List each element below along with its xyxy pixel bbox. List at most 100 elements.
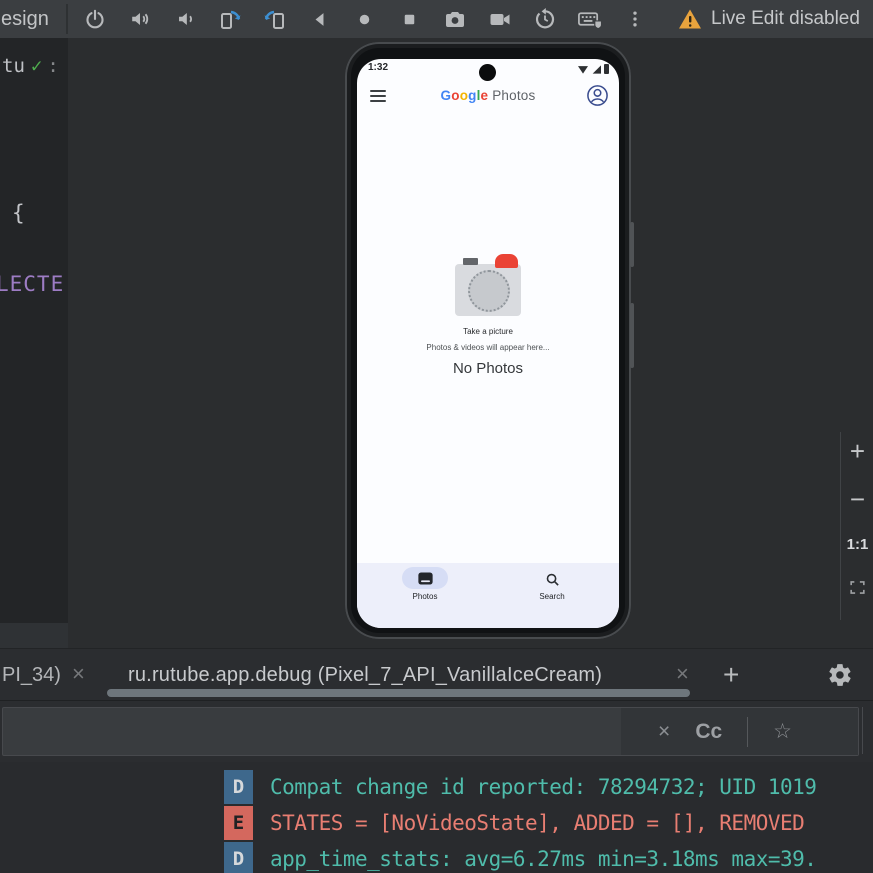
code-fragment-run-line: tu ✓: bbox=[2, 55, 59, 77]
photos-tab-icon bbox=[417, 572, 433, 584]
rotate-left-button[interactable] bbox=[217, 5, 242, 33]
back-button[interactable] bbox=[307, 5, 332, 33]
star-filter-icon[interactable]: ☆ bbox=[773, 721, 792, 742]
account-avatar[interactable] bbox=[586, 84, 609, 107]
camera-icon bbox=[445, 12, 464, 27]
warning-icon bbox=[679, 9, 701, 29]
nav-photos-pill bbox=[402, 567, 448, 589]
match-case-toggle[interactable]: Cc bbox=[695, 721, 722, 742]
emulator-device-frame: 1:32 Google Photos Take a picture Photos… bbox=[345, 42, 634, 639]
search-input[interactable] bbox=[11, 708, 595, 757]
code-editor-strip[interactable]: tu ✓: { LECTE bbox=[0, 38, 68, 648]
device-volume-button bbox=[630, 222, 634, 267]
toolbar-divider bbox=[66, 4, 68, 34]
rotate-right-button[interactable] bbox=[262, 5, 287, 33]
volume-up-button[interactable] bbox=[127, 5, 152, 33]
nav-tab-photos[interactable]: Photos bbox=[385, 563, 465, 601]
video-camera-icon bbox=[490, 14, 509, 25]
account-circle-icon bbox=[587, 85, 608, 106]
settings-gear-button[interactable] bbox=[827, 662, 853, 693]
zoom-out-button[interactable]: − bbox=[841, 484, 873, 515]
volume-up-icon bbox=[131, 13, 148, 25]
add-device-button[interactable]: + bbox=[719, 649, 743, 701]
empty-state-line2: Photos & videos will appear here... bbox=[426, 343, 550, 352]
log-message: STATES = [NoVideoState], ADDED = [], REM… bbox=[270, 811, 805, 835]
rotate-right-icon bbox=[264, 10, 284, 29]
design-tab-label[interactable]: esign bbox=[1, 0, 49, 38]
overview-icon bbox=[404, 14, 415, 24]
nav-tab-search[interactable]: Search bbox=[512, 563, 592, 601]
search-action-icons: × Cc ☆ bbox=[658, 708, 792, 755]
active-tab-underline bbox=[107, 689, 690, 697]
more-options-button[interactable] bbox=[622, 5, 647, 33]
snapshot-button[interactable] bbox=[532, 5, 557, 33]
emulator-zoom-panel: + − 1:1 bbox=[840, 432, 873, 620]
camera-flash-detail bbox=[495, 254, 518, 268]
android-studio-emulator-window: esign Live Edit disabled tu ✓: {LECTE … bbox=[0, 0, 873, 873]
empty-state-title: No Photos bbox=[452, 360, 524, 377]
logcat-row: E STATES = [NoVideoState], ADDED = [], R… bbox=[224, 806, 805, 840]
google-photos-logo: Google Photos bbox=[440, 88, 536, 103]
home-button[interactable] bbox=[352, 5, 377, 33]
tab-partial-device[interactable]: PI_34) bbox=[2, 649, 61, 701]
search-icons-divider bbox=[747, 716, 749, 747]
fit-screen-icon bbox=[850, 581, 865, 594]
log-level-badge: D bbox=[224, 770, 253, 804]
power-button[interactable] bbox=[82, 5, 107, 33]
logcat-search-field[interactable]: × Cc ☆ bbox=[2, 707, 859, 757]
volume-down-button[interactable] bbox=[172, 5, 197, 33]
logcat-search-row: × Cc ☆ bbox=[0, 700, 873, 763]
power-icon bbox=[85, 9, 104, 29]
camera-punch-hole bbox=[479, 64, 496, 81]
code-fragment-selected: LECTE bbox=[0, 272, 65, 296]
gutter-check-icon: ✓ bbox=[30, 55, 43, 77]
log-message: app_time_stats: avg=6.27ms min=3.18ms ma… bbox=[270, 847, 817, 871]
device-power-button bbox=[630, 303, 634, 368]
search-row-edge-control bbox=[862, 707, 873, 754]
status-bar-icons bbox=[578, 64, 609, 74]
device-screen[interactable]: 1:32 Google Photos Take a picture Photos… bbox=[357, 59, 619, 628]
log-level-badge: D bbox=[224, 842, 253, 873]
nav-search-label: Search bbox=[539, 592, 565, 601]
rotate-left-icon bbox=[220, 10, 240, 29]
back-icon bbox=[315, 12, 324, 26]
live-edit-label: Live Edit disabled bbox=[711, 8, 860, 29]
logcat-row: D Compat change id reported: 78294732; U… bbox=[224, 770, 817, 804]
camera-shutter-detail bbox=[463, 258, 478, 265]
close-icon[interactable]: × bbox=[72, 649, 85, 701]
empty-state-line1: Take a picture bbox=[463, 327, 513, 336]
signal-icon bbox=[592, 64, 601, 74]
logcat-row: D app_time_stats: avg=6.27ms min=3.18ms … bbox=[224, 842, 817, 873]
log-level-badge: E bbox=[224, 806, 253, 840]
log-message: Compat change id reported: 78294732; UID… bbox=[270, 775, 817, 799]
volume-down-icon bbox=[178, 13, 192, 25]
logcat-output[interactable]: D Compat change id reported: 78294732; U… bbox=[0, 762, 873, 873]
wifi-icon bbox=[578, 65, 588, 74]
clear-search-icon[interactable]: × bbox=[658, 721, 670, 742]
gear-icon bbox=[829, 664, 851, 686]
home-icon bbox=[359, 14, 370, 24]
photos-bottom-nav: Photos Search bbox=[357, 563, 619, 628]
virtual-input-button[interactable] bbox=[577, 5, 602, 33]
code-fragment-brace: { bbox=[12, 201, 25, 225]
zoom-in-button[interactable]: + bbox=[841, 436, 873, 467]
emulator-toolbar-icons bbox=[82, 0, 647, 38]
keyboard-shield-icon bbox=[578, 12, 602, 30]
more-vert-icon bbox=[632, 11, 637, 27]
actual-size-button[interactable]: 1:1 bbox=[841, 536, 873, 553]
camera-lens-detail bbox=[468, 270, 510, 312]
editor-bottom-block bbox=[0, 623, 68, 648]
battery-icon bbox=[604, 64, 609, 74]
nav-photos-label: Photos bbox=[412, 592, 438, 601]
status-bar-time: 1:32 bbox=[368, 62, 389, 73]
restore-history-icon bbox=[535, 8, 554, 29]
live-edit-status[interactable]: Live Edit disabled bbox=[678, 0, 860, 38]
nav-search-iconbox bbox=[529, 569, 575, 589]
fit-to-window-button[interactable] bbox=[841, 578, 873, 602]
screenshot-button[interactable] bbox=[442, 5, 467, 33]
overview-button[interactable] bbox=[397, 5, 422, 33]
running-devices-tab-bar: PI_34) × ru.rutube.app.debug (Pixel_7_AP… bbox=[0, 648, 873, 701]
screen-record-button[interactable] bbox=[487, 5, 512, 33]
emulator-toolbar: esign Live Edit disabled bbox=[0, 0, 873, 38]
empty-state-camera-illustration bbox=[455, 254, 521, 316]
